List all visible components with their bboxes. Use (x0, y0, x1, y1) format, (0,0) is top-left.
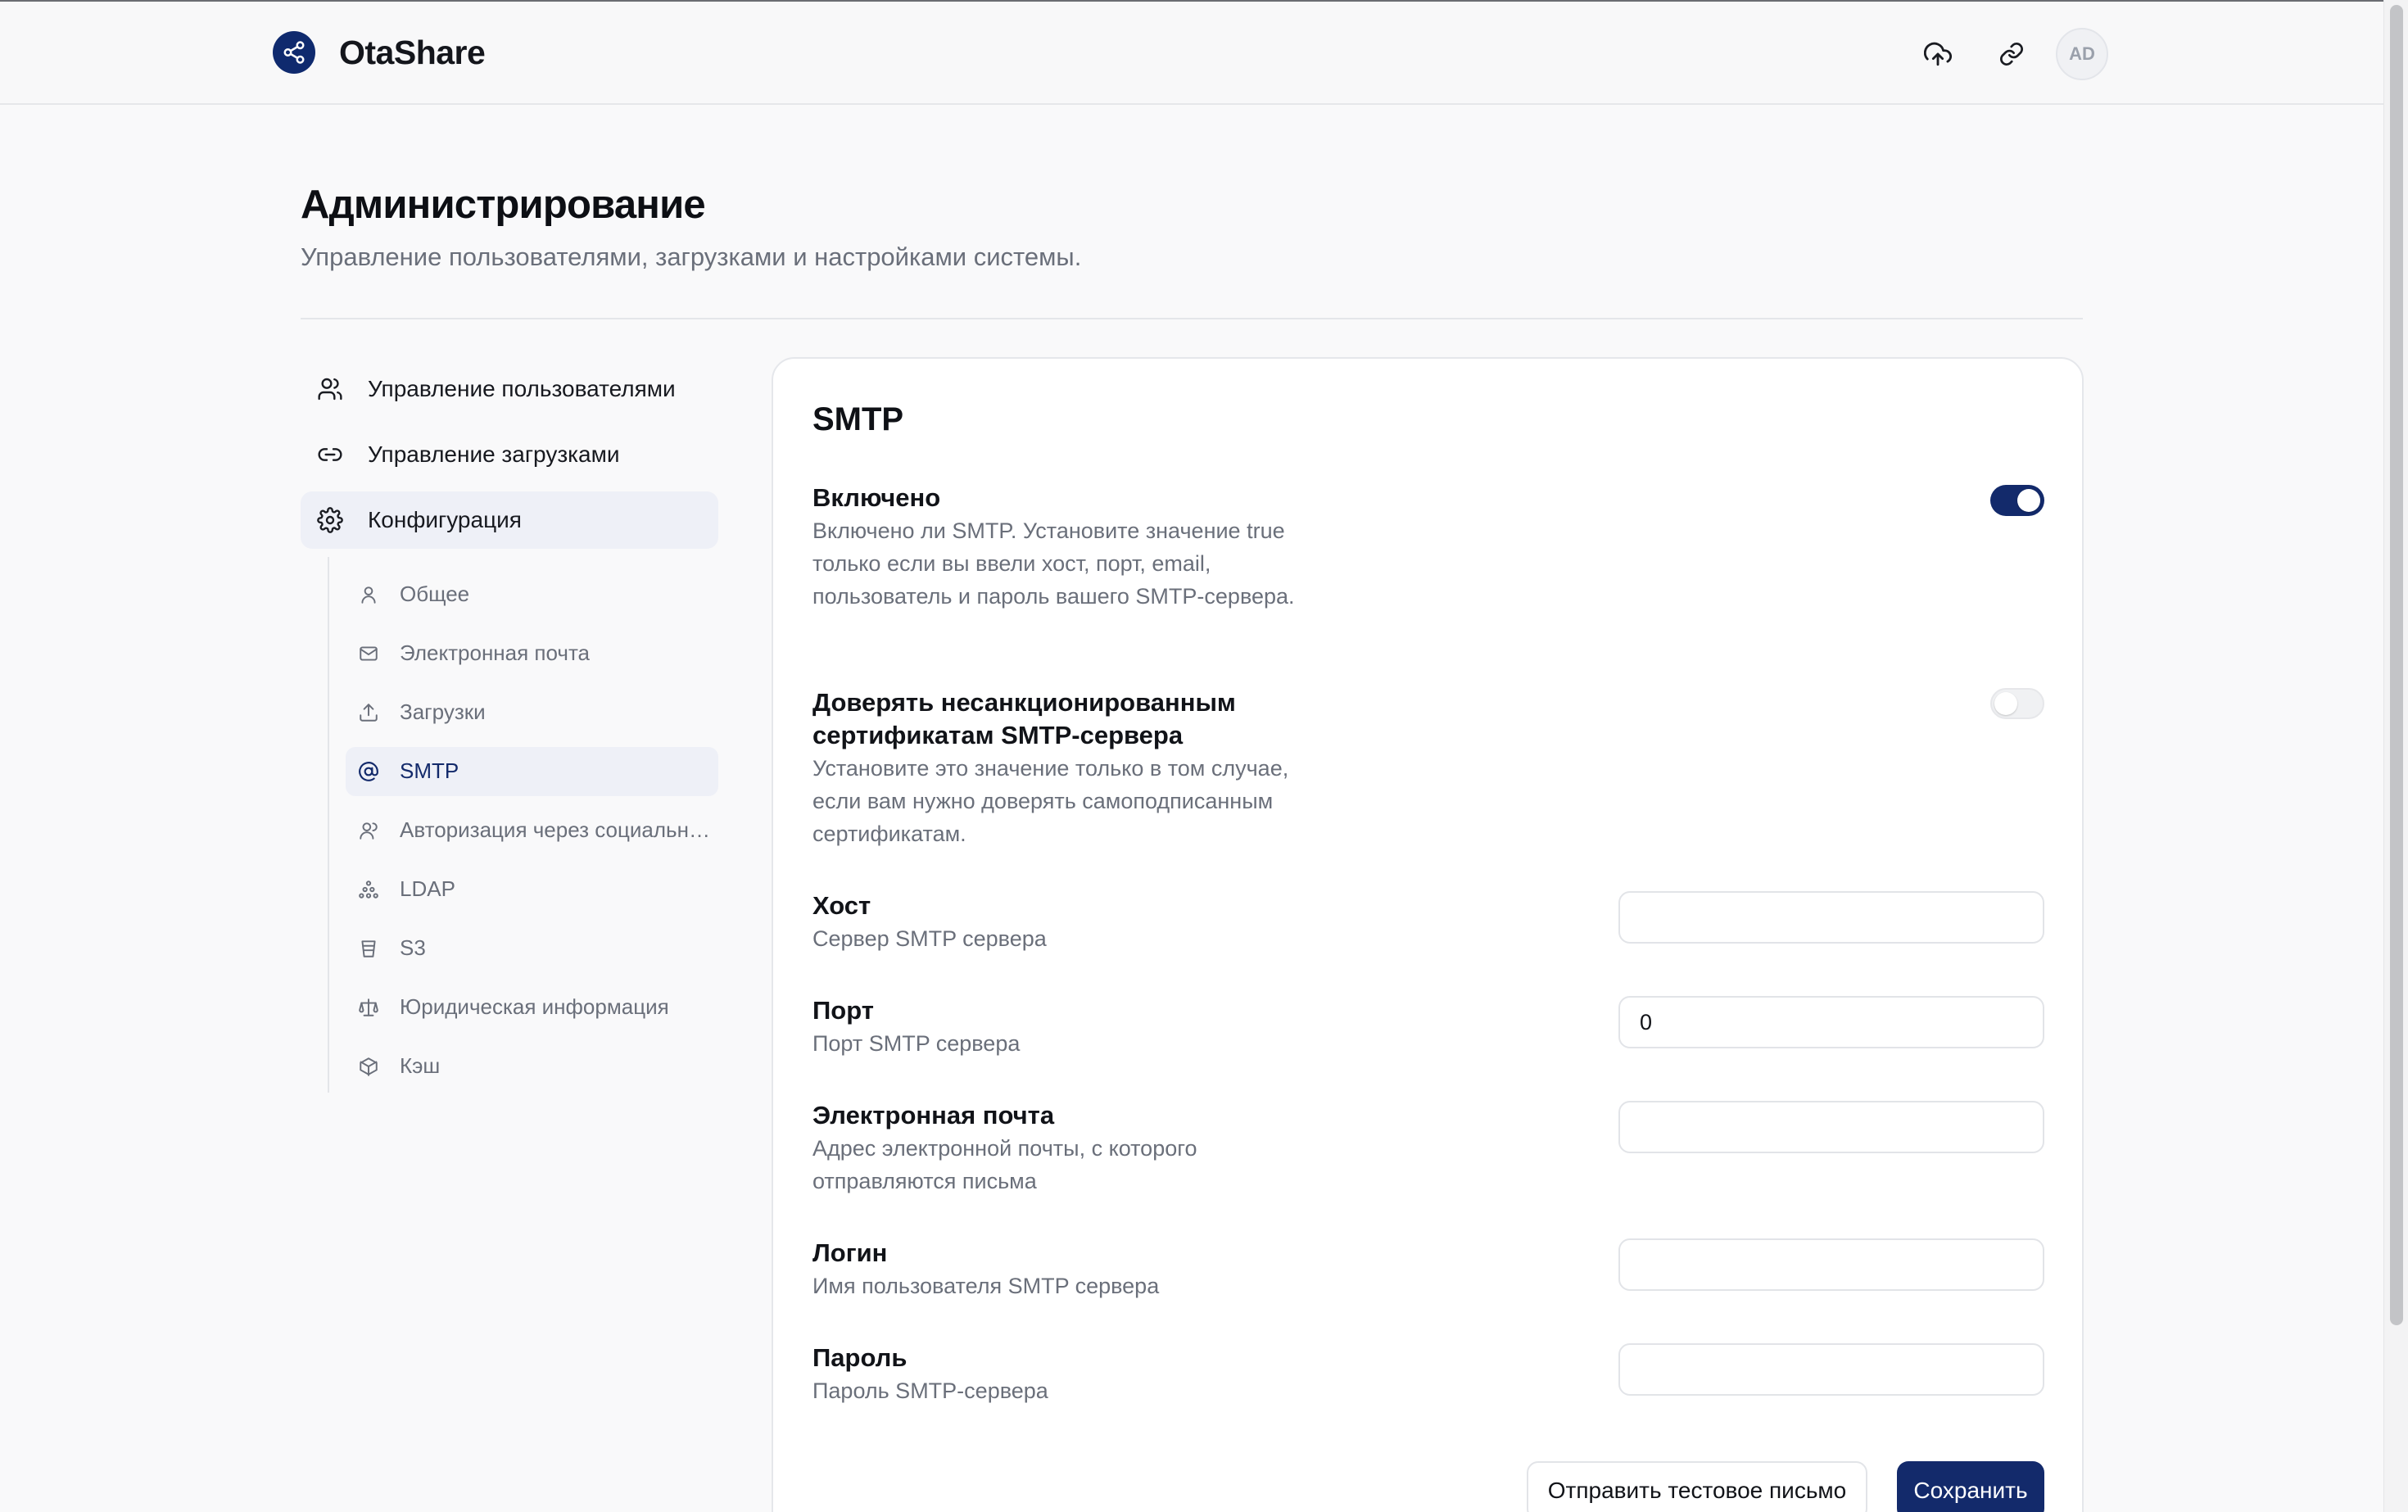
heading-divider (301, 318, 2083, 319)
scale-icon (357, 996, 380, 1019)
password-description: Пароль SMTP-сервера (812, 1378, 1048, 1403)
login-input[interactable] (1618, 1238, 2044, 1291)
sidebar-item-users[interactable]: Управление пользователями (301, 360, 718, 418)
enabled-description: Включено ли SMTP. Установите значение tr… (812, 518, 1295, 609)
network-icon (357, 878, 380, 901)
send-test-email-button[interactable]: Отправить тестовое письмо (1527, 1461, 1867, 1512)
top-header: OtaShare AD (0, 0, 2383, 105)
submenu-item-label: Электронная почта (400, 641, 591, 665)
submenu-item-label: SMTP (400, 758, 459, 783)
password-input[interactable] (1618, 1343, 2044, 1396)
app-name[interactable]: OtaShare (339, 31, 486, 74)
page-title: Администрирование (301, 183, 706, 227)
scrollbar-thumb[interactable] (2390, 5, 2403, 1325)
submenu-item-label: S3 (400, 935, 426, 960)
submenu-item-label: Загрузки (400, 699, 486, 724)
share-icon[interactable] (273, 31, 315, 74)
trust-certs-toggle[interactable] (1990, 688, 2044, 719)
trust-certs-description: Установите это значение только в том слу… (812, 756, 1289, 846)
save-button[interactable]: Сохранить (1897, 1461, 2044, 1512)
submenu-item-smtp[interactable]: SMTP (346, 747, 718, 796)
link-icon[interactable] (1990, 33, 2033, 75)
submenu-item-ldap[interactable]: LDAP (346, 865, 718, 914)
user-icon (357, 583, 380, 606)
submenu-item-label: Юридическая информация (400, 994, 669, 1019)
port-description: Порт SMTP сервера (812, 1031, 1021, 1056)
email-description: Адрес электронной почты, с которого отпр… (812, 1136, 1197, 1193)
host-title: Хост (812, 891, 871, 920)
sidebar-item-label: Управление пользователями (368, 376, 676, 401)
sidebar-item-configuration[interactable]: Конфигурация (301, 491, 718, 549)
smtp-settings-card: SMTP Включено Включено ли SMTP. Установи… (772, 357, 2084, 1512)
submenu-item-label: Авторизация через социальные сети (400, 817, 711, 842)
submenu-item-general[interactable]: Общее (346, 570, 718, 619)
login-title: Логин (812, 1238, 888, 1267)
users-icon (357, 819, 380, 842)
cloud-upload-icon[interactable] (1917, 33, 1959, 75)
box-icon (357, 1055, 380, 1078)
user-avatar[interactable]: AD (2056, 28, 2108, 80)
card-title: SMTP (812, 401, 904, 437)
submenu-item-uploads[interactable]: Загрузки (346, 688, 718, 737)
sidebar-item-label: Управление загрузками (368, 441, 620, 467)
sidebar-item-uploads[interactable]: Управление загрузками (301, 426, 718, 483)
toggle-knob (2017, 489, 2040, 512)
trust-certs-title: Доверять несанкционированным сертификата… (812, 688, 1236, 749)
bucket-icon (357, 937, 380, 960)
submenu-item-label: Общее (400, 582, 470, 606)
toggle-knob (1994, 692, 2017, 715)
sidebar-item-label: Конфигурация (368, 507, 522, 532)
page-subtitle: Управление пользователями, загрузками и … (301, 242, 1082, 271)
users-icon (317, 376, 343, 402)
submenu-item-label: LDAP (400, 876, 455, 901)
submenu-item-cache[interactable]: Кэш (346, 1042, 718, 1091)
host-description: Сервер SMTP сервера (812, 926, 1047, 951)
enabled-toggle[interactable] (1990, 485, 2044, 516)
port-input[interactable] (1618, 996, 2044, 1048)
at-icon (357, 760, 380, 783)
port-title: Порт (812, 996, 874, 1025)
enabled-title: Включено (812, 483, 941, 512)
login-description: Имя пользователя SMTP сервера (812, 1274, 1160, 1298)
submenu-item-s3[interactable]: S3 (346, 924, 718, 973)
submenu-item-social-auth[interactable]: Авторизация через социальные сети (346, 806, 718, 855)
submenu-line (328, 557, 329, 1093)
password-title: Пароль (812, 1343, 908, 1372)
host-input[interactable] (1618, 891, 2044, 944)
email-title: Электронная почта (812, 1101, 1055, 1129)
upload-icon (357, 701, 380, 724)
gear-icon (317, 507, 343, 533)
submenu-item-label: Кэш (400, 1053, 441, 1078)
link-icon (317, 441, 343, 468)
submenu-item-legal[interactable]: Юридическая информация (346, 983, 718, 1032)
email-input[interactable] (1618, 1101, 2044, 1153)
submenu-item-email[interactable]: Электронная почта (346, 629, 718, 678)
page-scrollbar[interactable] (2383, 0, 2408, 1512)
mail-icon (357, 642, 380, 665)
